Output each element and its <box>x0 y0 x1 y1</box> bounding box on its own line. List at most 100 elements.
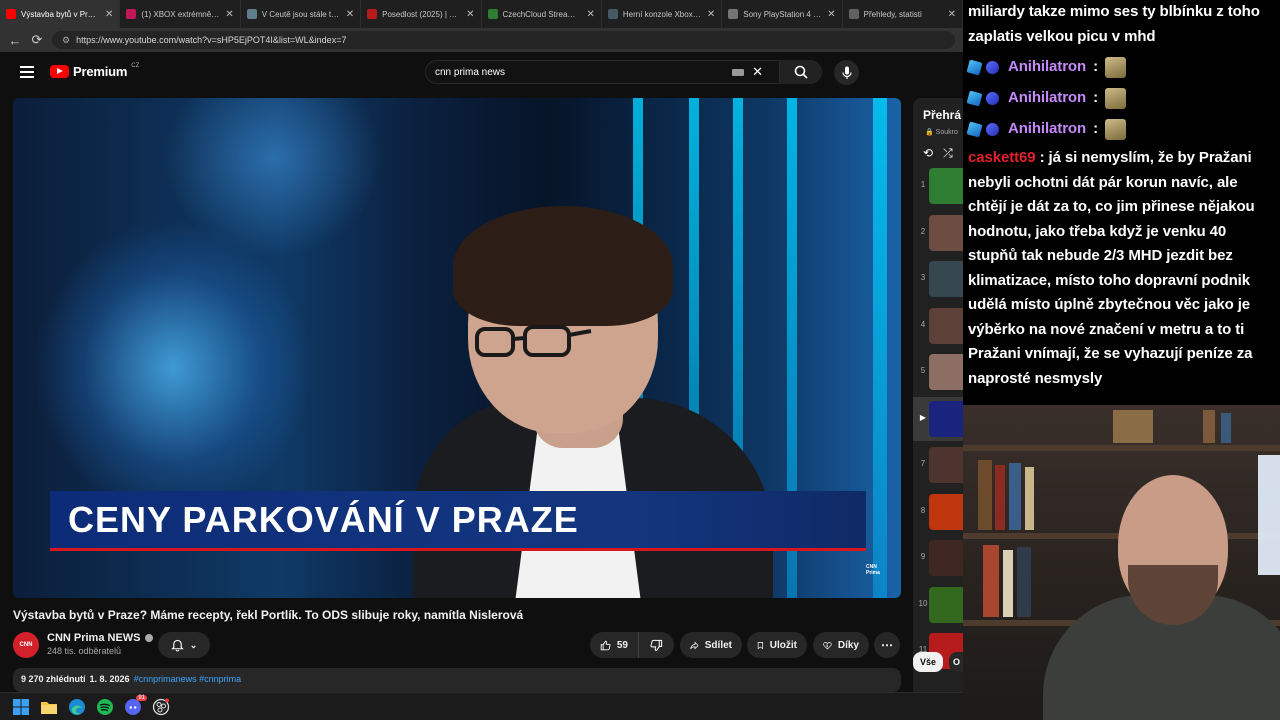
tab-close-icon[interactable]: ✕ <box>466 9 474 20</box>
share-icon <box>690 641 699 649</box>
keyboard-icon[interactable] <box>732 68 745 76</box>
chip-other[interactable]: O <box>949 652 963 672</box>
chat-emote-icon <box>1104 119 1126 140</box>
obs-icon[interactable] <box>152 698 170 716</box>
youtube-logo[interactable]: Premium CZ <box>50 62 140 79</box>
channel-avatar[interactable]: CNN <box>13 632 39 658</box>
playlist-thumbnail <box>929 540 963 576</box>
browser-tab-strip: Výstavba bytů v Praze? M✕(1) XBOX extrém… <box>0 0 963 28</box>
thanks-button[interactable]: $ Díky <box>813 632 869 658</box>
clear-search-icon[interactable]: ✕ <box>752 64 763 80</box>
webcam-feed <box>963 405 1280 720</box>
logo-region: CZ <box>131 62 140 69</box>
playlist-item[interactable]: 4 <box>913 304 963 348</box>
search-button[interactable] <box>779 60 821 84</box>
chip-all[interactable]: Vše <box>913 652 943 672</box>
chat-username: Anihilatron <box>1008 58 1087 76</box>
like-button[interactable]: 59 <box>590 632 638 658</box>
more-actions-button[interactable]: ⋯ <box>874 632 900 658</box>
book <box>1113 410 1153 443</box>
book <box>1025 467 1034 530</box>
chat-message: miliardy takze mimo ses ty blbínku z toh… <box>968 3 1260 45</box>
chat-message: caskett69 : já si nemyslím, že by Pražan… <box>968 146 1276 391</box>
tab-close-icon[interactable]: ✕ <box>586 9 594 20</box>
playlist-item[interactable]: 2 <box>913 211 963 255</box>
browser-tab[interactable]: Výstavba bytů v Praze? M ✕ <box>0 0 121 28</box>
video-player[interactable]: CENY PARKOVÁNÍ V PRAZE CNN Prima <box>13 98 901 598</box>
browser-tab[interactable]: Posedlost (2025) | ČSFD ✕ <box>361 0 482 28</box>
playlist-item-index: 1 <box>920 180 926 189</box>
tab-close-icon[interactable]: ✕ <box>948 9 956 20</box>
spotify-icon[interactable] <box>96 698 114 716</box>
notification-bell-button[interactable]: ⌄ <box>158 632 210 658</box>
channel-name[interactable]: CNN Prima NEWS <box>47 632 153 644</box>
tab-favicon-icon <box>367 9 378 19</box>
discord-app[interactable]: 91 <box>124 694 147 716</box>
tab-close-icon[interactable]: ✕ <box>827 9 835 20</box>
playlist-item-index: 8 <box>920 505 926 515</box>
browser-tab[interactable]: CzechCloud Stream - Wa ✕ <box>482 0 602 28</box>
playlist-item[interactable]: 10 <box>913 583 963 627</box>
chat-username: Anihilatron <box>1008 120 1087 138</box>
share-button[interactable]: Sdílet <box>680 632 742 658</box>
video-description[interactable]: 9 270 zhlédnutí 1. 8. 2026 #cnnprimanews… <box>13 668 901 692</box>
playlist-item[interactable]: 9 <box>913 536 963 580</box>
cnn-prima-logo: CNN Prima <box>866 564 880 576</box>
screen: Výstavba bytů v Praze? M✕(1) XBOX extrém… <box>0 0 1280 720</box>
chat-emote-icon <box>1104 57 1126 78</box>
playlist-item[interactable]: 7 <box>913 443 963 487</box>
badge-cube-icon <box>966 59 983 76</box>
shuffle-icon[interactable]: ⤮ <box>943 146 953 161</box>
playlist-item-index: 3 <box>920 273 926 282</box>
browser-tab[interactable]: V Ceutě jsou stále tisíce ✕ <box>241 0 362 28</box>
chat-message: Anihilatron : <box>966 83 1276 114</box>
badge-cube-icon <box>966 121 983 138</box>
book <box>995 465 1005 530</box>
book <box>978 460 992 530</box>
svg-text:$: $ <box>826 644 828 648</box>
search-input[interactable] <box>435 66 733 78</box>
voice-search-button[interactable] <box>834 60 859 85</box>
playlist-item-index: 10 <box>918 598 928 608</box>
dislike-button[interactable] <box>638 632 674 658</box>
tab-close-icon[interactable]: ✕ <box>105 9 113 20</box>
super-thanks-icon: $ <box>823 641 832 649</box>
tab-close-icon[interactable]: ✕ <box>707 9 715 20</box>
back-icon[interactable]: ← <box>8 33 22 48</box>
playlist-item[interactable]: 8 <box>913 490 963 534</box>
playlist-item[interactable]: 3 <box>913 257 963 301</box>
playlist-item[interactable]: 1 <box>913 164 963 208</box>
windows-start-icon[interactable] <box>12 698 30 716</box>
edge-browser-icon[interactable] <box>68 698 86 716</box>
tab-close-icon[interactable]: ✕ <box>346 9 354 20</box>
playlist-item[interactable]: ▶ <box>913 396 963 441</box>
hashtags[interactable]: #cnnprimanews #cnnprima <box>134 674 242 686</box>
playlist-item[interactable]: 5 <box>913 350 963 394</box>
tab-close-icon[interactable]: ✕ <box>225 9 233 20</box>
discord-notification-badge: 91 <box>136 694 147 701</box>
badge-cube-icon <box>966 90 983 107</box>
reload-icon[interactable]: ⟳ <box>30 32 44 48</box>
browser-tab[interactable]: Sony PlayStation 4 Slim ✕ <box>722 0 843 28</box>
bookmark-icon <box>757 641 763 649</box>
menu-icon[interactable] <box>20 66 34 78</box>
verified-icon <box>144 634 153 642</box>
site-info-icon[interactable]: ⚙ <box>62 35 70 46</box>
playlist-panel: Přehrá 🔒 Soukro ⟲ ⤮ 1 2 3 4 5 ▶ 7 8 9 10 11 <box>913 98 963 692</box>
save-button[interactable]: Uložit <box>747 632 807 658</box>
stream-chat: miliardy takze mimo ses ty blbínku z toh… <box>963 0 1280 405</box>
browser-tab[interactable]: Herní konzole Xbox Seri ✕ <box>602 0 723 28</box>
like-count: 59 <box>616 639 628 651</box>
tab-title: Posedlost (2025) | ČSFD <box>382 9 461 19</box>
chat-separator: : <box>1093 89 1098 107</box>
loop-icon[interactable]: ⟲ <box>923 146 933 161</box>
playlist-thumbnail <box>929 354 963 390</box>
tab-favicon-icon <box>728 9 739 19</box>
browser-tab[interactable]: Přehledy, statisti ✕ <box>843 0 963 28</box>
file-explorer-icon[interactable] <box>40 698 58 716</box>
tab-title: CzechCloud Stream - Wa <box>502 9 582 19</box>
channel-name-text: CNN Prima NEWS <box>47 632 141 644</box>
browser-tab[interactable]: (1) XBOX extrémně zdra ✕ <box>120 0 241 28</box>
playlist-thumbnail <box>929 586 963 623</box>
address-bar[interactable]: ⚙ https://www.youtube.com/watch?v=sHP5Ej… <box>52 31 955 49</box>
